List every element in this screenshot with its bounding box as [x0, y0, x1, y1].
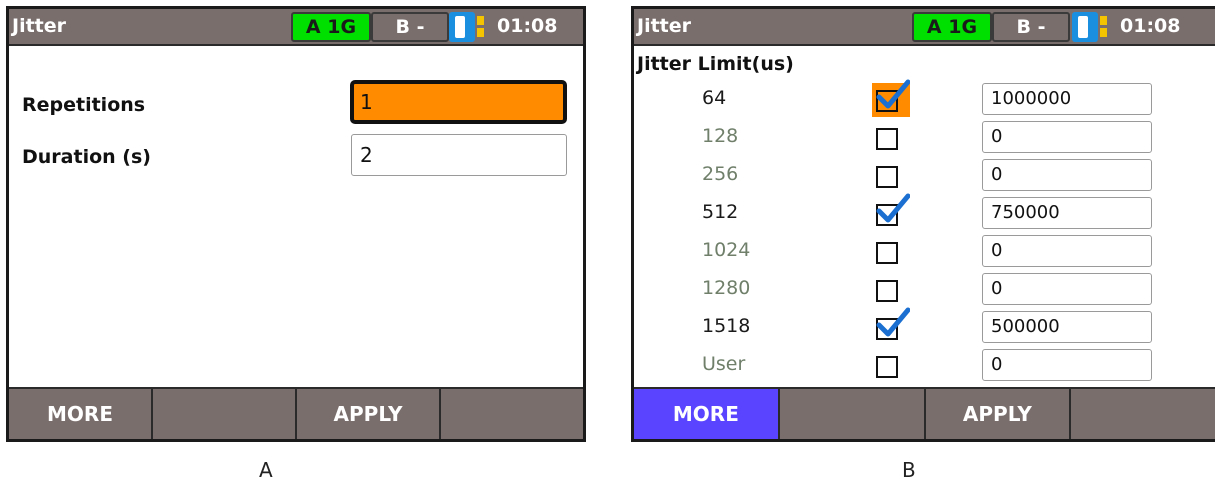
- frame-size-label: 1518: [702, 315, 751, 337]
- repetitions-label: Repetitions: [22, 94, 146, 116]
- clock: 01:08: [497, 15, 558, 37]
- softkey-bar: MORE APPLY: [9, 387, 583, 439]
- more-softkey[interactable]: MORE: [634, 389, 780, 439]
- frame-size-label: 64: [702, 87, 727, 109]
- jitter-limit-field[interactable]: 1000000: [982, 83, 1152, 115]
- frame-size-label: 1280: [702, 277, 751, 299]
- port-b-badge[interactable]: B -: [371, 12, 449, 42]
- more-softkey[interactable]: MORE: [9, 389, 153, 439]
- list-item: 128 0: [634, 119, 1215, 157]
- frame-size-checkbox[interactable]: [872, 349, 912, 383]
- jitter-limit-field[interactable]: 0: [982, 349, 1152, 381]
- section-title: Jitter Limit(us): [637, 53, 794, 75]
- frame-size-label: 128: [702, 125, 739, 147]
- list-item: 64 1000000: [634, 79, 1215, 119]
- frame-size-checkbox[interactable]: [872, 79, 910, 117]
- title-bar: Jitter A 1G B - 01:08: [634, 9, 1215, 46]
- frame-size-checkbox[interactable]: [872, 235, 912, 269]
- jitter-limit-field[interactable]: 0: [982, 159, 1152, 191]
- list-item: 1280 0: [634, 271, 1215, 309]
- jitter-limit-field[interactable]: 0: [982, 235, 1152, 267]
- apply-softkey[interactable]: APPLY: [926, 389, 1072, 439]
- panel-b-caption: B: [902, 458, 916, 482]
- panel-a-caption: A: [259, 458, 273, 482]
- port-status-icon: [449, 12, 484, 42]
- screen-b: Jitter A 1G B - 01:08 Jitter Limit(us) 6…: [631, 6, 1215, 442]
- frame-size-label: User: [702, 353, 746, 375]
- list-item: 256 0: [634, 157, 1215, 195]
- duration-field[interactable]: 2: [351, 134, 567, 176]
- jitter-limit-field[interactable]: 0: [982, 121, 1152, 153]
- checkmark-icon: [876, 79, 910, 109]
- screen-a: Jitter A 1G B - 01:08 Repetitions 1 Dura…: [6, 6, 586, 442]
- softkey-2[interactable]: [780, 389, 926, 439]
- jitter-limit-field[interactable]: 0: [982, 273, 1152, 305]
- checkmark-icon: [876, 307, 910, 337]
- list-item: 1024 0: [634, 233, 1215, 271]
- port-a-badge[interactable]: A 1G: [291, 12, 371, 42]
- softkey-2[interactable]: [153, 389, 297, 439]
- port-b-badge[interactable]: B -: [992, 12, 1070, 42]
- jitter-limit-field[interactable]: 500000: [982, 311, 1152, 343]
- port-status-icon: [1072, 12, 1107, 42]
- apply-softkey[interactable]: APPLY: [297, 389, 441, 439]
- frame-size-label: 256: [702, 163, 739, 185]
- frame-size-checkbox[interactable]: [872, 273, 912, 307]
- list-item: 512 750000: [634, 193, 1215, 233]
- list-item: 1518 500000: [634, 307, 1215, 347]
- frame-size-label: 1024: [702, 239, 751, 261]
- softkey-4[interactable]: [441, 389, 583, 439]
- page-title: Jitter: [12, 15, 67, 37]
- port-a-badge[interactable]: A 1G: [912, 12, 992, 42]
- frame-size-label: 512: [702, 201, 739, 223]
- frame-size-checkbox[interactable]: [872, 159, 912, 193]
- page-title: Jitter: [637, 15, 692, 37]
- title-bar: Jitter A 1G B - 01:08: [9, 9, 583, 46]
- frame-size-checkbox[interactable]: [872, 193, 912, 231]
- checkmark-icon: [876, 193, 910, 223]
- softkey-bar: MORE APPLY: [634, 387, 1215, 439]
- clock: 01:08: [1120, 15, 1181, 37]
- duration-label: Duration (s): [22, 146, 151, 168]
- list-item: User 0: [634, 347, 1215, 385]
- softkey-4[interactable]: [1071, 389, 1215, 439]
- repetitions-field[interactable]: 1: [350, 80, 567, 124]
- jitter-limit-field[interactable]: 750000: [982, 197, 1152, 229]
- frame-size-checkbox[interactable]: [872, 307, 912, 345]
- frame-size-checkbox[interactable]: [872, 121, 912, 155]
